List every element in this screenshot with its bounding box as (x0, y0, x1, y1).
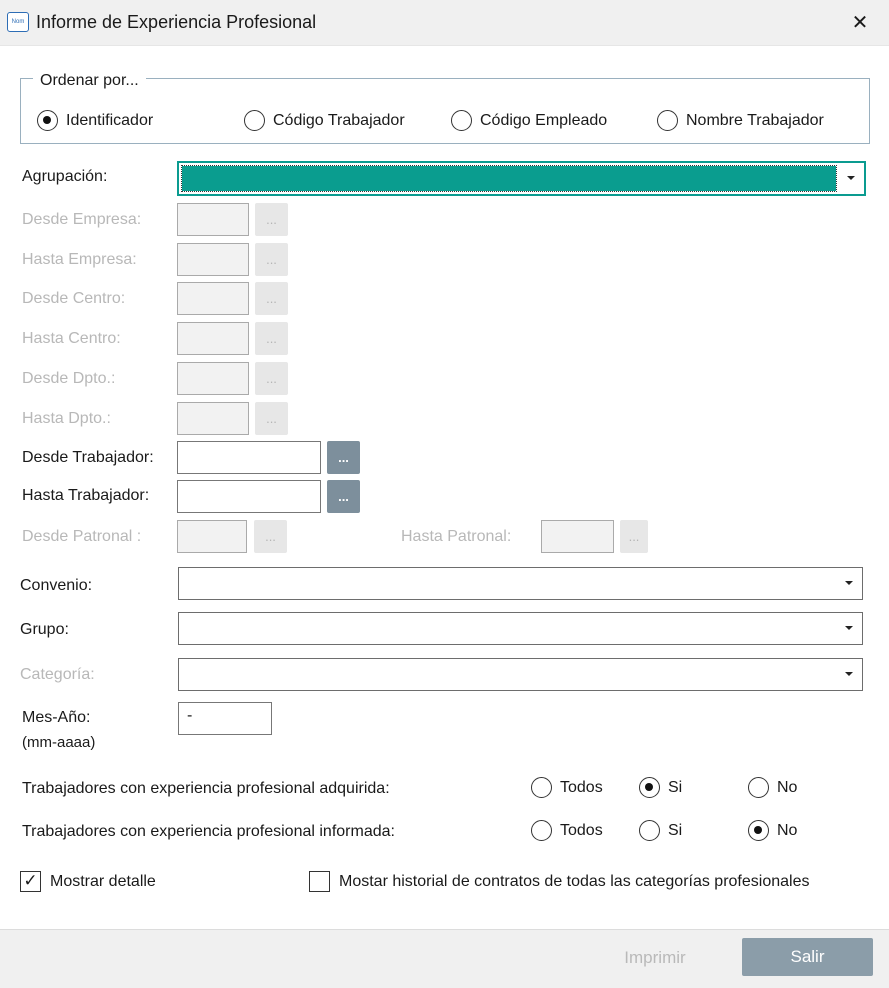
grupo-select[interactable] (178, 612, 863, 645)
chevron-down-icon (845, 672, 853, 676)
radio-adquirida-todos[interactable]: Todos (531, 777, 603, 798)
agrupacion-label: Agrupación: (22, 168, 108, 185)
desde-empresa-input[interactable] (177, 203, 249, 236)
imprimir-button[interactable]: Imprimir (595, 939, 715, 977)
historial-checkbox[interactable]: Mostar historial de contratos de todas l… (309, 871, 809, 892)
radio-circle (531, 777, 552, 798)
radio-adquirida-no[interactable]: No (748, 777, 797, 798)
categoria-label: Categoría: (20, 666, 95, 683)
radio-label: Si (668, 821, 683, 839)
agrupacion-select[interactable] (177, 161, 866, 196)
radio-order-codigo-trabajador[interactable]: Código Trabajador (244, 110, 405, 131)
grupo-label: Grupo: (20, 621, 69, 638)
radio-label: Identificador (66, 111, 154, 129)
radio-circle (37, 110, 58, 131)
desde-trabajador-browse-button[interactable]: ... (327, 441, 360, 474)
hasta-trabajador-label: Hasta Trabajador: (22, 487, 150, 504)
desde-centro-input[interactable] (177, 282, 249, 315)
desde-dpto-input[interactable] (177, 362, 249, 395)
radio-circle (451, 110, 472, 131)
radio-circle (639, 777, 660, 798)
radio-label: Código Trabajador (273, 111, 405, 129)
radio-circle (639, 820, 660, 841)
agrupacion-selection (181, 165, 837, 192)
chevron-down-icon (847, 176, 855, 180)
hasta-dpto-input[interactable] (177, 402, 249, 435)
hasta-centro-label: Hasta Centro: (22, 330, 121, 347)
radio-informada-si[interactable]: Si (639, 820, 682, 841)
checkmark-icon: ✓ (20, 871, 41, 892)
mostrar-detalle-checkbox[interactable]: ✓ Mostrar detalle (20, 871, 156, 892)
close-icon[interactable]: ✕ (846, 8, 874, 38)
window-title: Informe de Experiencia Profesional (36, 12, 317, 32)
radio-label: No (777, 821, 798, 839)
hasta-empresa-label: Hasta Empresa: (22, 251, 137, 268)
convenio-label: Convenio: (20, 577, 93, 594)
radio-circle (531, 820, 552, 841)
adquirida-label: Trabajadores con experiencia profesional… (22, 780, 390, 797)
desde-patronal-label: Desde Patronal : (22, 528, 142, 545)
hasta-patronal-browse-button[interactable]: ... (620, 520, 648, 553)
mes-anio-input[interactable]: - (178, 702, 272, 735)
hasta-trabajador-browse-button[interactable]: ... (327, 480, 360, 513)
radio-label: Si (668, 778, 683, 796)
radio-circle (244, 110, 265, 131)
radio-circle (657, 110, 678, 131)
radio-circle (748, 777, 769, 798)
radio-label: Todos (560, 821, 603, 839)
desde-patronal-browse-button[interactable]: ... (254, 520, 287, 553)
desde-trabajador-label: Desde Trabajador: (22, 449, 154, 466)
desde-empresa-browse-button[interactable]: ... (255, 203, 288, 236)
hasta-empresa-input[interactable] (177, 243, 249, 276)
hasta-patronal-input[interactable] (541, 520, 614, 553)
desde-trabajador-input[interactable] (177, 441, 321, 474)
desde-dpto-browse-button[interactable]: ... (255, 362, 288, 395)
app-icon: Nom (7, 12, 29, 32)
mes-anio-hint: (mm-aaaa) (22, 734, 96, 751)
convenio-select[interactable] (178, 567, 863, 600)
hasta-dpto-browse-button[interactable]: ... (255, 402, 288, 435)
radio-informada-todos[interactable]: Todos (531, 820, 603, 841)
salir-button[interactable]: Salir (742, 938, 873, 976)
radio-informada-no[interactable]: No (748, 820, 797, 841)
desde-dpto-label: Desde Dpto.: (22, 370, 116, 387)
checkbox-label: Mostrar detalle (50, 872, 156, 890)
radio-label: Nombre Trabajador (686, 111, 824, 129)
chevron-down-icon (845, 581, 853, 585)
hasta-dpto-label: Hasta Dpto.: (22, 410, 111, 427)
radio-label: Todos (560, 778, 603, 796)
radio-order-nombre-trabajador[interactable]: Nombre Trabajador (657, 110, 824, 131)
radio-adquirida-si[interactable]: Si (639, 777, 682, 798)
radio-order-identificador[interactable]: Identificador (37, 110, 153, 131)
desde-empresa-label: Desde Empresa: (22, 211, 142, 228)
informada-label: Trabajadores con experiencia profesional… (22, 823, 395, 840)
radio-label: No (777, 778, 798, 796)
checkbox-label: Mostar historial de contratos de todas l… (339, 872, 810, 890)
hasta-trabajador-input[interactable] (177, 480, 321, 513)
desde-centro-browse-button[interactable]: ... (255, 282, 288, 315)
hasta-centro-input[interactable] (177, 322, 249, 355)
chevron-down-icon (845, 626, 853, 630)
radio-order-codigo-empleado[interactable]: Código Empleado (451, 110, 607, 131)
desde-centro-label: Desde Centro: (22, 290, 126, 307)
checkbox-box (309, 871, 330, 892)
categoria-select[interactable] (178, 658, 863, 691)
hasta-patronal-label: Hasta Patronal: (401, 528, 512, 545)
order-legend: Ordenar por... (33, 72, 146, 90)
mes-anio-label: Mes-Año: (22, 709, 91, 726)
radio-circle (748, 820, 769, 841)
radio-label: Código Empleado (480, 111, 608, 129)
hasta-empresa-browse-button[interactable]: ... (255, 243, 288, 276)
desde-patronal-input[interactable] (177, 520, 247, 553)
hasta-centro-browse-button[interactable]: ... (255, 322, 288, 355)
